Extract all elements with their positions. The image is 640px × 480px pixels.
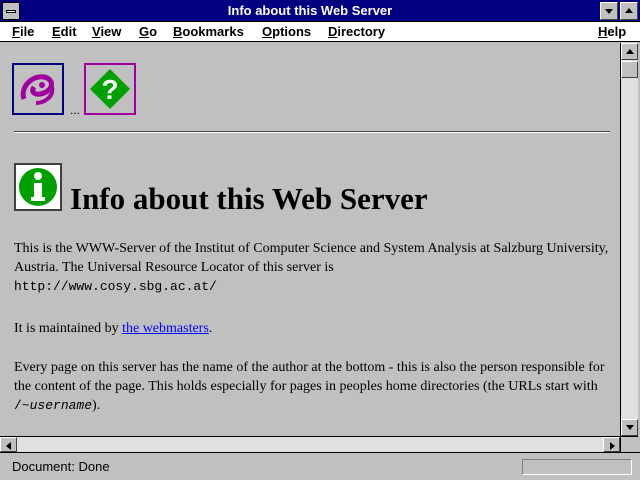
scrollbar-corner: [620, 436, 638, 452]
intro-text: This is the WWW-Server of the Institut o…: [14, 241, 609, 275]
url-pattern-username: username: [29, 398, 93, 413]
status-text: Document: Done: [12, 459, 110, 474]
web-logo-icon: [14, 65, 62, 113]
page-content: ? ... Info about this Web Server This is…: [0, 43, 620, 436]
toolbar-ellipsis: ...: [70, 103, 81, 117]
scroll-up-button[interactable]: [621, 43, 638, 60]
scroll-right-button[interactable]: [603, 437, 620, 452]
scroll-down-button[interactable]: [621, 419, 638, 436]
title-bar: Info about this Web Server: [0, 0, 640, 22]
webmasters-link[interactable]: the webmasters: [122, 321, 209, 336]
web-logo-button[interactable]: [12, 63, 64, 115]
vertical-scrollbar[interactable]: [620, 43, 638, 436]
horizontal-divider: [14, 131, 610, 133]
status-bar: Document: Done: [0, 452, 640, 480]
maintainer-suffix: .: [208, 321, 213, 336]
menu-file[interactable]: File: [12, 24, 34, 39]
window-title: Info about this Web Server: [227, 3, 393, 18]
menu-view[interactable]: View: [92, 24, 121, 39]
svg-text:?: ?: [101, 74, 118, 105]
scroll-left-button[interactable]: [0, 437, 17, 452]
info-icon: [14, 163, 62, 211]
menu-options[interactable]: Options: [262, 24, 311, 39]
help-question-icon: ?: [86, 65, 134, 113]
server-url: http://www.cosy.sbg.ac.at/: [14, 279, 217, 294]
menu-bar: File Edit View Go Bookmarks Options Dire…: [0, 22, 640, 42]
intro-paragraph: This is the WWW-Server of the Institut o…: [14, 239, 610, 296]
menu-bookmarks[interactable]: Bookmarks: [173, 24, 244, 39]
menu-edit[interactable]: Edit: [52, 24, 77, 39]
minimize-button[interactable]: [600, 2, 618, 20]
maintainer-prefix: It is maintained by: [14, 321, 123, 336]
url-pattern-prefix: /~: [14, 398, 30, 413]
help-button[interactable]: ?: [84, 63, 136, 115]
vertical-scroll-thumb[interactable]: [621, 61, 638, 78]
horizontal-scrollbar[interactable]: [0, 436, 620, 452]
progress-indicator: [522, 459, 632, 475]
author-suffix: ).: [92, 398, 101, 413]
page-title: Info about this Web Server: [70, 181, 428, 216]
system-menu-icon[interactable]: [2, 2, 20, 20]
maximize-button[interactable]: [620, 2, 638, 20]
url-pattern: /~username: [14, 398, 92, 413]
author-paragraph: Every page on this server has the name o…: [14, 358, 610, 415]
browser-window: Info about this Web Server File Edit Vie…: [0, 0, 640, 480]
menu-help[interactable]: Help: [598, 24, 626, 39]
author-text: Every page on this server has the name o…: [14, 360, 605, 394]
maintainer-paragraph: It is maintained by the webmasters.: [14, 319, 610, 338]
menu-directory[interactable]: Directory: [328, 24, 385, 39]
menu-go[interactable]: Go: [139, 24, 157, 39]
